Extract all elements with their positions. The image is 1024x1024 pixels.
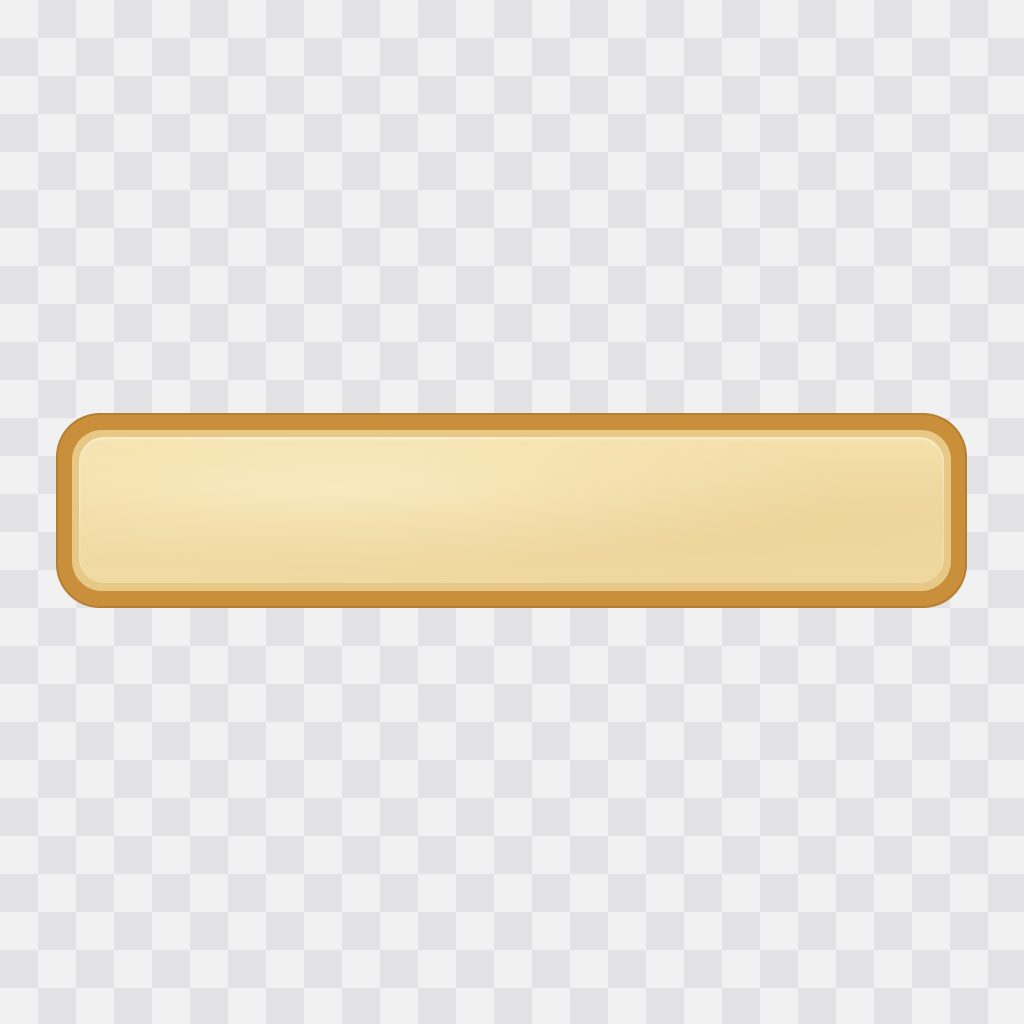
panel-face xyxy=(79,437,944,583)
transparent-canvas xyxy=(0,0,1024,1024)
panel-inner-rim xyxy=(72,430,951,591)
blank-panel[interactable] xyxy=(56,413,967,608)
